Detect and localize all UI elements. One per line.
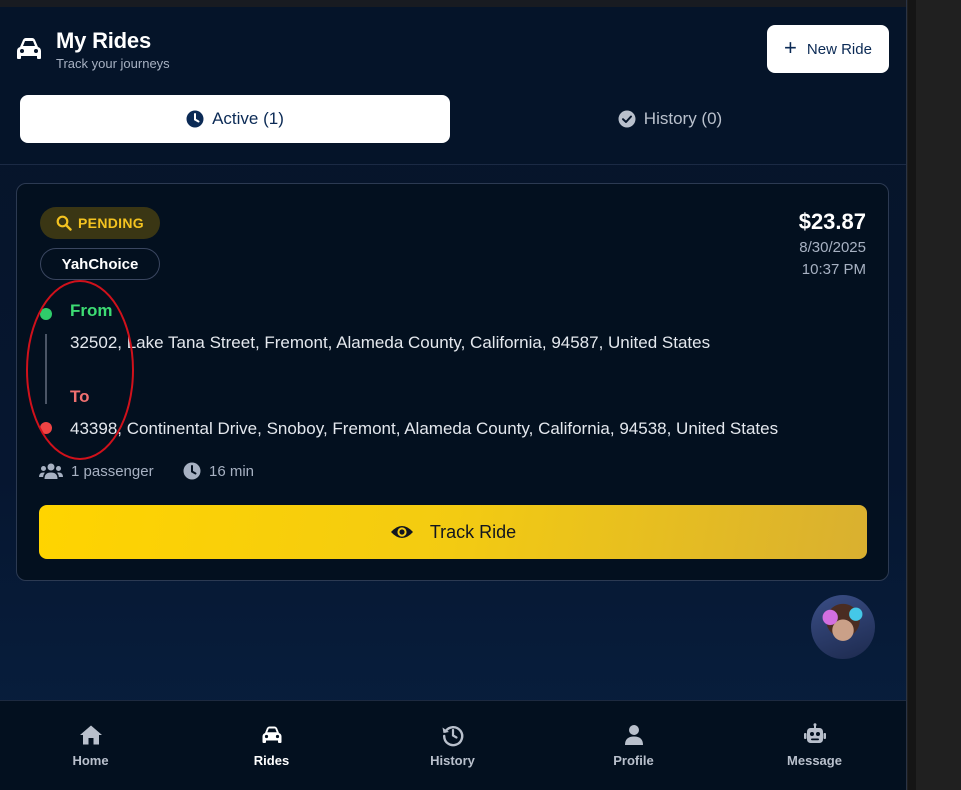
car-icon (17, 38, 41, 59)
page-header: My Rides Track your journeys + New Ride … (0, 7, 906, 165)
car-icon (262, 726, 281, 743)
nav-message-label: Message (787, 753, 842, 768)
new-ride-button[interactable]: + New Ride (767, 25, 889, 73)
nav-profile[interactable]: Profile (543, 701, 724, 790)
page-title: My Rides (56, 28, 151, 53)
nav-rides-label: Rides (253, 753, 290, 768)
search-icon (56, 215, 72, 231)
nav-history[interactable]: History (362, 701, 543, 790)
pickup-address: 32502, Lake Tana Street, Fremont, Alamed… (70, 333, 711, 352)
new-ride-label: New Ride (806, 40, 872, 58)
dropoff-address: 43398, Continental Drive, Snoboy, Fremon… (70, 419, 779, 438)
nav-message[interactable]: Message (724, 701, 905, 790)
eye-icon (390, 526, 413, 538)
tab-history[interactable]: History (0) (455, 95, 885, 143)
bottom-nav: Home Rides History Profile Message (0, 700, 906, 790)
annotation-circle (26, 280, 134, 460)
users-icon (39, 463, 63, 479)
ride-card: PENDING YahChoice $23.87 8/30/2025 10:37… (16, 183, 889, 581)
status-badge: PENDING (40, 207, 160, 239)
nav-history-label: History (430, 753, 475, 768)
window-divider (908, 0, 916, 790)
tab-active[interactable]: Active (1) (20, 95, 450, 143)
ride-duration: 16 min (183, 462, 254, 480)
history-icon (442, 725, 463, 747)
track-ride-button[interactable]: Track Ride (39, 505, 867, 559)
duration-label: 16 min (209, 462, 255, 480)
robot-icon (803, 723, 826, 743)
top-strip (0, 0, 906, 7)
ride-time: 10:37 PM (801, 261, 866, 278)
plus-icon: + (784, 35, 797, 60)
user-icon (624, 725, 643, 745)
track-ride-label: Track Ride (429, 521, 517, 542)
nav-profile-label: Profile (613, 753, 654, 768)
clock-icon (186, 110, 204, 128)
nav-home[interactable]: Home (0, 701, 181, 790)
assistant-avatar[interactable] (811, 595, 875, 659)
status-label: PENDING (78, 215, 144, 231)
ride-date: 8/30/2025 (799, 239, 866, 256)
service-badge: YahChoice (40, 248, 160, 280)
passenger-count: 1 passenger (39, 462, 154, 480)
page-subtitle: Track your journeys (56, 56, 170, 71)
check-circle-icon (618, 110, 636, 128)
ride-price: $23.87 (798, 209, 866, 234)
home-icon (79, 725, 102, 745)
tab-history-label: History (0) (643, 109, 723, 128)
tab-active-label: Active (1) (212, 109, 284, 128)
outside-background (916, 0, 961, 790)
nav-home-label: Home (72, 753, 109, 768)
nav-rides[interactable]: Rides (181, 701, 362, 790)
clock-icon (183, 462, 201, 480)
passenger-label: 1 passenger (71, 462, 154, 480)
app-window: My Rides Track your journeys + New Ride … (0, 0, 907, 790)
